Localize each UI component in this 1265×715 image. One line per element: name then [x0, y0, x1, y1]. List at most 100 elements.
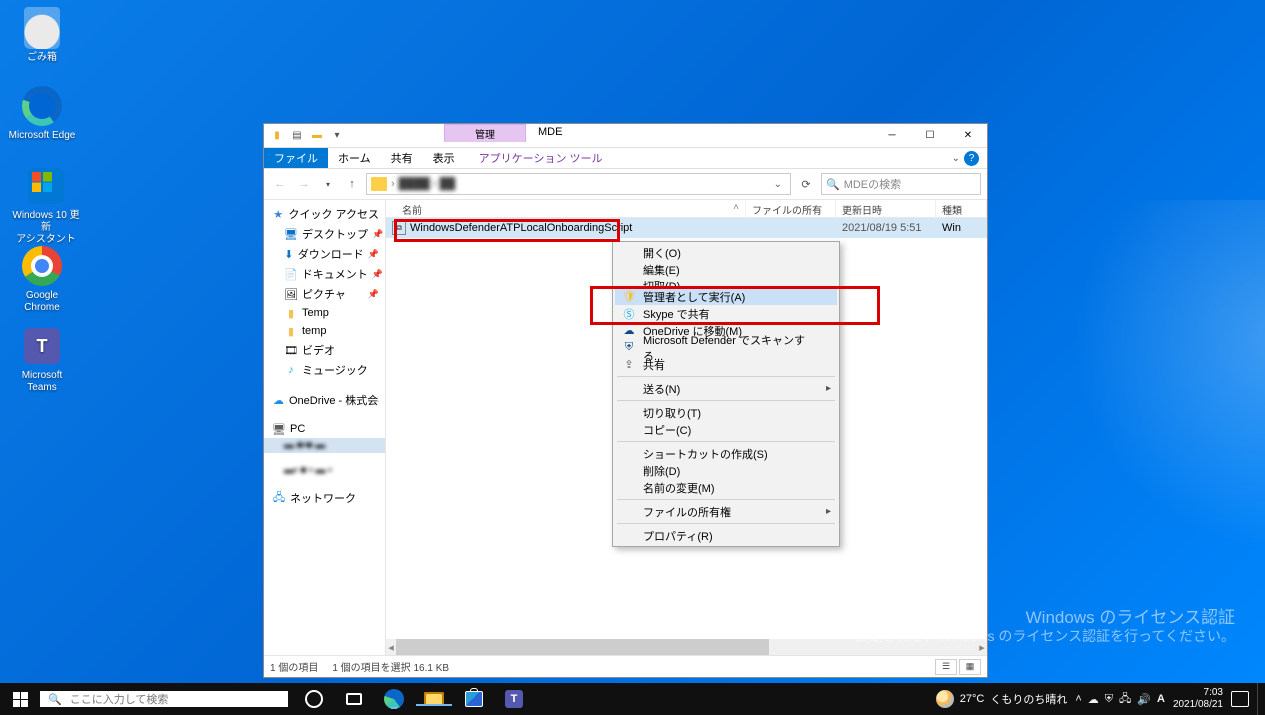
- nav-redacted-item[interactable]: ▬ ■▪■ ▬: [264, 438, 385, 453]
- menu-skype-share[interactable]: ⓈSkype で共有: [615, 305, 837, 322]
- taskbar-search[interactable]: 🔍 ここに入力して検索: [40, 691, 288, 707]
- nav-up[interactable]: ↑: [342, 174, 362, 194]
- nav-documents[interactable]: 📄ドキュメント📌: [264, 264, 385, 284]
- file-row[interactable]: ⧉ WindowsDefenderATPLocalOnboardingScrip…: [386, 218, 987, 238]
- nav-back[interactable]: ←: [270, 174, 290, 194]
- tab-share[interactable]: 共有: [381, 148, 423, 168]
- help-icon[interactable]: ?: [964, 151, 979, 166]
- qat-dropdown-icon[interactable]: ▾: [330, 129, 344, 143]
- volume-tray-icon[interactable]: 🔊: [1137, 693, 1151, 706]
- menu-cut[interactable]: 切り取り(T): [615, 404, 837, 421]
- weather-icon: [936, 690, 954, 708]
- nav-forward[interactable]: →: [294, 174, 314, 194]
- nav-redacted-item-2[interactable]: ▬▪ ■ ▪ ▬ ▪: [264, 463, 385, 478]
- view-details-button[interactable]: ☰: [935, 659, 957, 675]
- nav-desktop[interactable]: 🖥デスクトップ📌: [264, 224, 385, 244]
- nav-pc[interactable]: 🖥PC: [264, 420, 385, 438]
- refresh-button[interactable]: ⟳: [795, 178, 817, 191]
- desktop-icon-edge[interactable]: Microsoft Edge: [8, 84, 76, 142]
- pin-icon: 📌: [368, 249, 379, 260]
- menu-defender-scan[interactable]: ⛨Microsoft Defender でスキャンする...: [615, 339, 837, 356]
- col-owner[interactable]: ファイルの所有権: [746, 200, 836, 217]
- maximize-button[interactable]: ☐: [911, 124, 949, 147]
- address-input[interactable]: › ████ › ██ ⌄: [366, 173, 791, 195]
- menu-properties[interactable]: プロパティ(R): [615, 527, 837, 544]
- nav-pictures[interactable]: 🖼ピクチャ📌: [264, 284, 385, 304]
- tab-app-tools[interactable]: アプリケーション ツール: [469, 148, 613, 168]
- pin-icon: 📌: [368, 289, 379, 300]
- desktop-icon-teams[interactable]: T Microsoft Teams: [8, 324, 76, 394]
- desktop-icon-chrome[interactable]: Google Chrome: [8, 244, 76, 314]
- menu-rename[interactable]: 名前の変更(M): [615, 479, 837, 496]
- tab-file[interactable]: ファイル: [264, 148, 328, 168]
- col-name[interactable]: 名前˄: [386, 200, 746, 217]
- tray-chevron-icon[interactable]: ˄: [1075, 693, 1081, 705]
- menu-delete[interactable]: 削除(D): [615, 462, 837, 479]
- view-large-icons-button[interactable]: ▦: [959, 659, 981, 675]
- menu-send-to[interactable]: 送る(N)▸: [615, 380, 837, 397]
- taskbar-edge[interactable]: [374, 689, 414, 709]
- menu-open[interactable]: 開く(O): [615, 244, 837, 261]
- nav-temp1[interactable]: ▮Temp: [264, 304, 385, 322]
- taskbar-explorer[interactable]: [414, 692, 454, 706]
- pin-icon: 📌: [372, 269, 383, 280]
- desktop-icon: 🖥: [284, 227, 298, 241]
- nav-temp2[interactable]: ▮temp: [264, 322, 385, 340]
- onedrive-icon: ☁: [621, 324, 637, 337]
- edge-icon: [22, 86, 62, 126]
- defender-tray-icon[interactable]: ⛨: [1105, 693, 1113, 706]
- menu-edit[interactable]: 編集(E): [615, 261, 837, 278]
- menu-create-shortcut[interactable]: ショートカットの作成(S): [615, 445, 837, 462]
- action-center-button[interactable]: [1231, 691, 1249, 707]
- nav-music[interactable]: ♪ミュージック: [264, 360, 385, 380]
- nav-downloads[interactable]: ⬇ダウンロード📌: [264, 244, 385, 264]
- ribbon-tabs: ファイル ホーム 共有 表示 アプリケーション ツール ⌄ ?: [264, 148, 987, 169]
- tab-home[interactable]: ホーム: [328, 148, 381, 168]
- address-dropdown-icon[interactable]: ⌄: [770, 179, 786, 190]
- close-button[interactable]: ✕: [949, 124, 987, 147]
- search-input[interactable]: 🔍 MDEの検索: [821, 173, 981, 195]
- menu-run-as-admin[interactable]: 🛡管理者として実行(A): [615, 288, 837, 305]
- cortana-button[interactable]: [294, 690, 334, 708]
- col-type[interactable]: 種類: [936, 200, 987, 217]
- onedrive-tray-icon[interactable]: ☁: [1088, 693, 1099, 706]
- contextual-tab-label: 管理: [444, 124, 526, 142]
- network-tray-icon[interactable]: 🖧: [1119, 690, 1131, 709]
- qat-properties[interactable]: ▤: [290, 129, 304, 143]
- nav-history-dropdown[interactable]: ▾: [318, 174, 338, 194]
- collapse-ribbon-icon[interactable]: ⌄: [952, 153, 960, 164]
- qat-folder[interactable]: ▬: [310, 129, 324, 143]
- desktop-icon-recycle-bin[interactable]: ごみ箱: [8, 6, 76, 64]
- system-tray[interactable]: ˄ ☁ ⛨ 🖧 🔊 A: [1075, 690, 1165, 709]
- taskbar-weather[interactable]: 27°C くもりのち晴れ: [936, 690, 1068, 708]
- menu-print-partial[interactable]: 切取(D): [615, 278, 837, 288]
- col-modified[interactable]: 更新日時: [836, 200, 936, 217]
- breadcrumb-chevron-icon: ›: [391, 178, 395, 190]
- taskbar-store[interactable]: [454, 691, 494, 707]
- skype-icon: Ⓢ: [621, 306, 637, 322]
- menu-ownership[interactable]: ファイルの所有権▸: [615, 503, 837, 520]
- desktop-icon-win-update-assistant[interactable]: Windows 10 更新 アシスタント: [8, 164, 84, 246]
- folder-icon: ▮: [270, 129, 284, 143]
- download-icon: ⬇: [284, 247, 294, 261]
- menu-copy[interactable]: コピー(C): [615, 421, 837, 438]
- taskview-icon: [346, 693, 362, 705]
- taskbar-clock[interactable]: 7:03 2021/08/21: [1173, 687, 1223, 711]
- taskbar-teams[interactable]: T: [494, 690, 534, 708]
- start-button[interactable]: [0, 692, 40, 707]
- ime-indicator[interactable]: A: [1157, 693, 1165, 705]
- minimize-button[interactable]: ─: [873, 124, 911, 147]
- tab-view[interactable]: 表示: [423, 148, 465, 168]
- pictures-icon: 🖼: [284, 287, 298, 301]
- column-headers: 名前˄ ファイルの所有権 更新日時 種類: [386, 200, 987, 218]
- menu-share[interactable]: ⇪共有: [615, 356, 837, 373]
- nav-videos[interactable]: 🎞ビデオ: [264, 340, 385, 360]
- windows-update-icon: [28, 168, 64, 204]
- titlebar[interactable]: ▮ ▤ ▬ ▾ 管理 MDE ─ ☐ ✕: [264, 124, 987, 148]
- nav-quick-access[interactable]: ★クイック アクセス: [264, 204, 385, 224]
- onedrive-icon: ☁: [272, 393, 285, 407]
- nav-network[interactable]: 🖧ネットワーク: [264, 488, 385, 508]
- show-desktop-button[interactable]: [1257, 683, 1261, 715]
- nav-onedrive[interactable]: ☁OneDrive - 株式会社: [264, 390, 385, 410]
- task-view-button[interactable]: [334, 693, 374, 705]
